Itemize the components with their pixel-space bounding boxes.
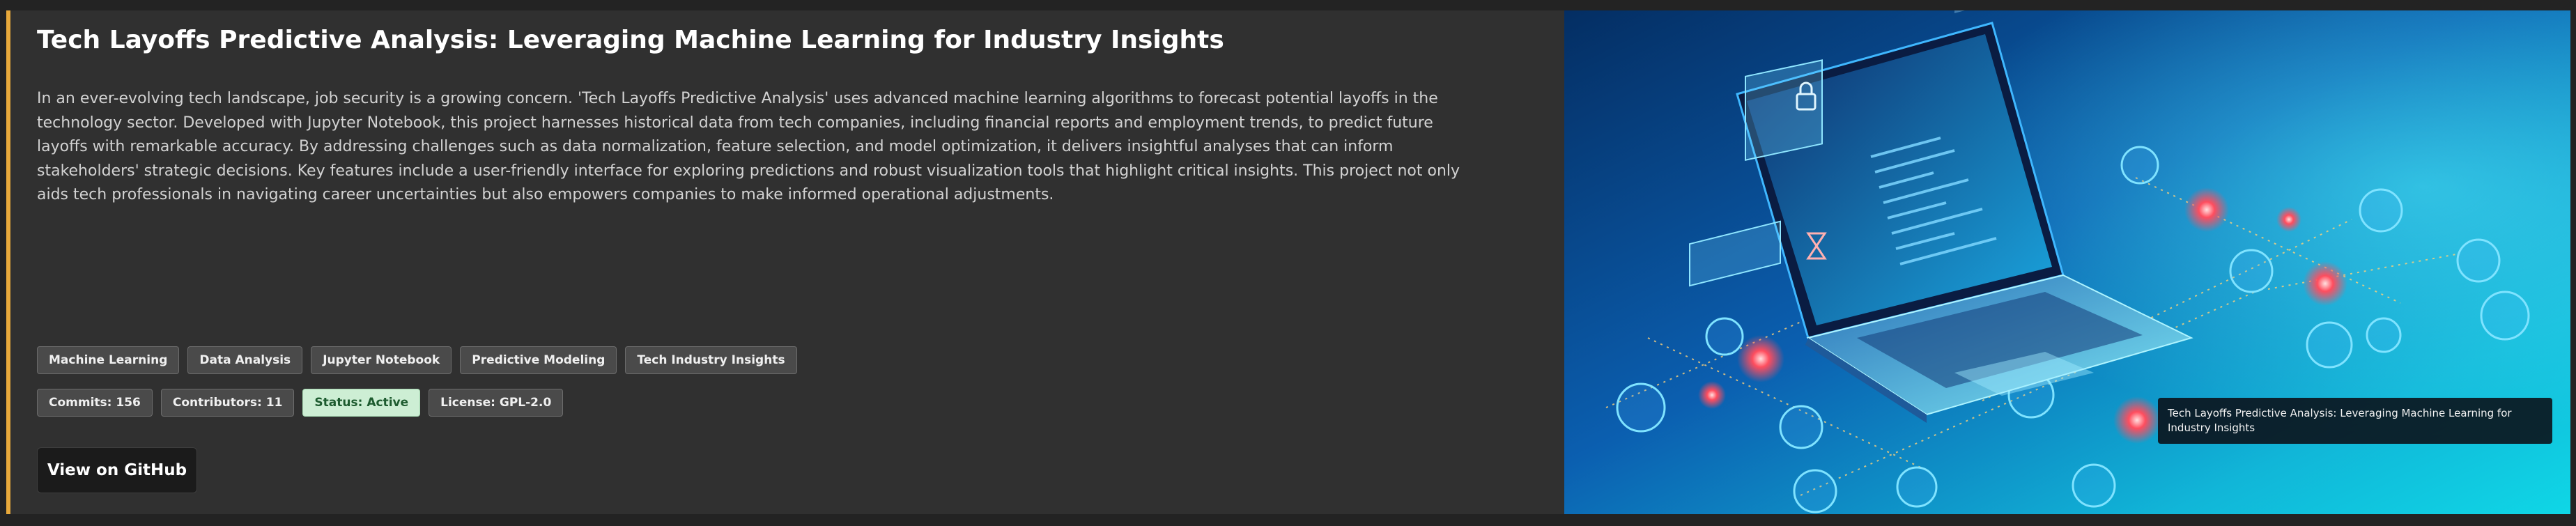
project-title: Tech Layoffs Predictive Analysis: Levera… (37, 26, 1224, 54)
contributors-badge: Contributors: 11 (160, 389, 295, 417)
license-badge: License: GPL-2.0 (429, 389, 564, 417)
tag-jupyter-notebook[interactable]: Jupyter Notebook (311, 346, 452, 374)
tag-tech-industry-insights[interactable]: Tech Industry Insights (625, 346, 797, 374)
project-info: Tech Layoffs Predictive Analysis: Levera… (10, 10, 1564, 514)
tag-list: Machine Learning Data Analysis Jupyter N… (37, 346, 797, 374)
commits-badge: Commits: 156 (37, 389, 153, 417)
image-caption: Tech Layoffs Predictive Analysis: Levera… (2158, 398, 2552, 444)
project-image: Tech Layoffs Predictive Analysis: Levera… (1564, 10, 2570, 514)
status-badge: Status: Active (302, 389, 421, 417)
tag-predictive-modeling[interactable]: Predictive Modeling (460, 346, 617, 374)
tag-data-analysis[interactable]: Data Analysis (187, 346, 303, 374)
tag-machine-learning[interactable]: Machine Learning (37, 346, 180, 374)
view-on-github-button[interactable]: View on GitHub (37, 447, 197, 493)
stats-list: Commits: 156 Contributors: 11 Status: Ac… (37, 389, 564, 417)
project-description: In an ever-evolving tech landscape, job … (37, 90, 1460, 203)
project-card: Tech Layoffs Predictive Analysis: Levera… (6, 10, 2570, 514)
